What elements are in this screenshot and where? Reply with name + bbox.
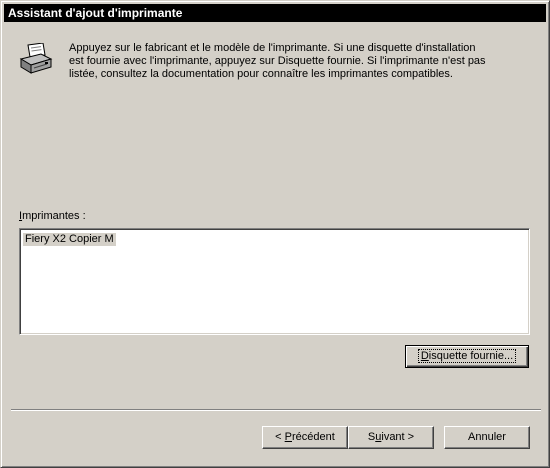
- back-button[interactable]: < Précédent: [262, 426, 348, 449]
- next-button[interactable]: Suivant >: [348, 426, 434, 449]
- title-bar[interactable]: Assistant d'ajout d'imprimante: [4, 4, 546, 22]
- back-label: récédent: [292, 431, 335, 443]
- have-disk-focus: Disquette fournie...: [417, 349, 517, 363]
- window-title: Assistant d'ajout d'imprimante: [8, 6, 183, 20]
- next-label: ivant >: [381, 431, 415, 443]
- printers-label: Imprimantes :: [19, 210, 86, 222]
- printers-label-rest: mprimantes :: [22, 210, 86, 222]
- have-disk-label: isquette fournie...: [428, 350, 514, 362]
- back-mnemonic: P: [284, 431, 292, 443]
- intro-text: Appuyez sur le fabricant et le modèle de…: [69, 42, 486, 80]
- printer-icon: [19, 43, 53, 74]
- cancel-label: Annuler: [468, 431, 506, 443]
- have-disk-button[interactable]: Disquette fournie...: [405, 345, 529, 368]
- cancel-button[interactable]: Annuler: [444, 426, 530, 449]
- list-item[interactable]: Fiery X2 Copier M: [23, 233, 116, 246]
- separator: [11, 409, 541, 411]
- have-disk-mnemonic: D: [420, 350, 429, 362]
- printers-listbox[interactable]: Fiery X2 Copier M: [19, 228, 530, 335]
- add-printer-wizard-window: Assistant d'ajout d'imprimante Appuyez s…: [0, 0, 550, 468]
- back-prefix: <: [275, 431, 285, 443]
